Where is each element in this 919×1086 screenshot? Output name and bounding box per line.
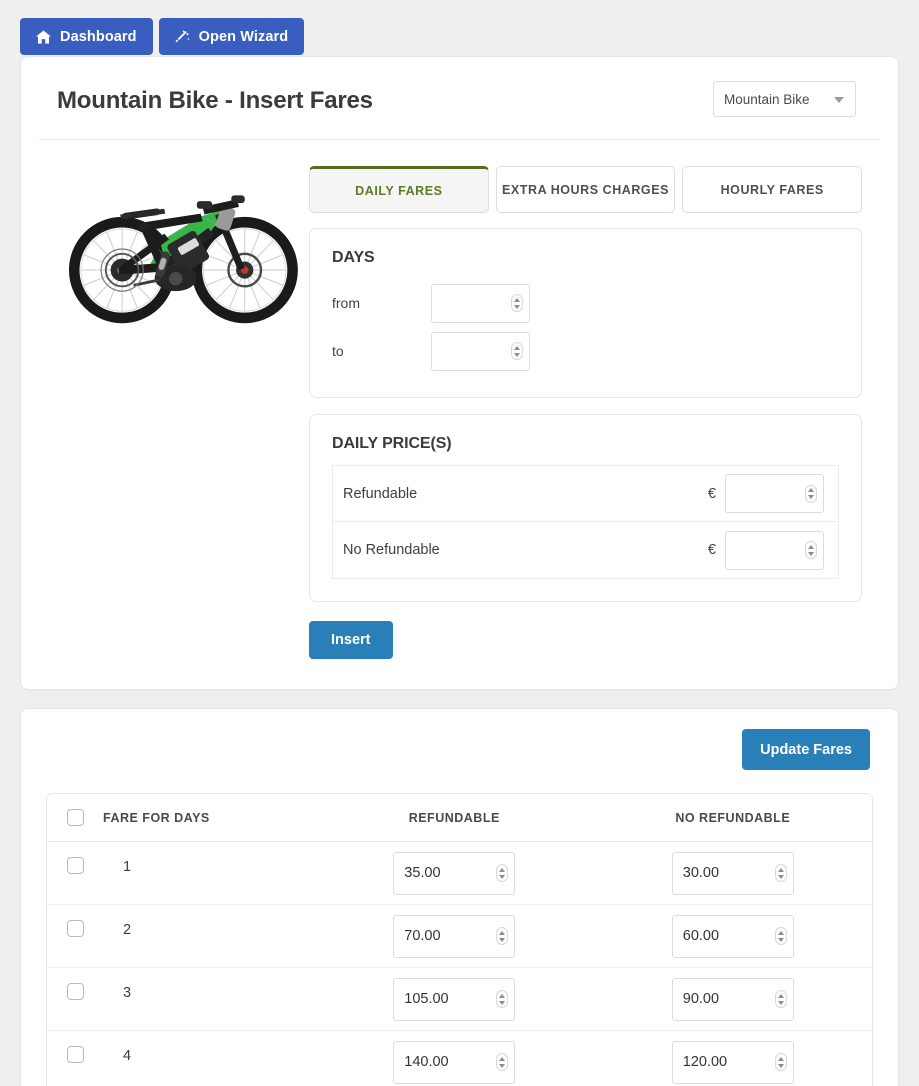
days-panel: DAYS from to bbox=[309, 228, 862, 398]
row-no-refundable-cell bbox=[594, 1031, 873, 1086]
row-no-refundable-stepper[interactable] bbox=[775, 864, 787, 882]
table-row: 1 bbox=[47, 842, 872, 905]
fares-table-wrapper: FARE FOR DAYS REFUNDABLE NO REFUNDABLE 1 bbox=[46, 793, 873, 1086]
open-wizard-button[interactable]: Open Wizard bbox=[159, 18, 305, 55]
row-refundable-cell bbox=[315, 1031, 594, 1086]
product-image-column bbox=[39, 166, 309, 659]
page-title: Mountain Bike - Insert Fares bbox=[57, 87, 373, 115]
update-fares-bar: Update Fares bbox=[39, 729, 880, 770]
days-from-stepper[interactable] bbox=[511, 294, 523, 312]
row-no-refundable-stepper[interactable] bbox=[775, 927, 787, 945]
column-header-refundable: REFUNDABLE bbox=[315, 794, 594, 842]
row-refundable-stepper[interactable] bbox=[496, 927, 508, 945]
update-fares-button[interactable]: Update Fares bbox=[742, 729, 870, 770]
price-row-no-refundable: No Refundable € bbox=[332, 522, 839, 579]
table-row: 3 bbox=[47, 968, 872, 1031]
no-refundable-label: No Refundable bbox=[343, 542, 708, 558]
row-no-refundable-cell bbox=[594, 842, 873, 905]
vehicle-select-value: Mountain Bike bbox=[724, 92, 810, 107]
row-select-cell bbox=[47, 968, 103, 1031]
row-checkbox[interactable] bbox=[67, 920, 84, 937]
row-checkbox[interactable] bbox=[67, 983, 84, 1000]
refundable-price-stepper[interactable] bbox=[805, 485, 817, 503]
days-to-row: to bbox=[332, 327, 839, 375]
row-refundable-field[interactable] bbox=[393, 978, 515, 1021]
vehicle-select-box[interactable]: Mountain Bike bbox=[713, 81, 856, 117]
row-refundable-cell bbox=[315, 905, 594, 968]
page-header: Mountain Bike - Insert Fares Mountain Bi… bbox=[39, 81, 880, 140]
row-refundable-stepper[interactable] bbox=[496, 990, 508, 1008]
euro-symbol-refundable: € bbox=[708, 486, 716, 502]
row-refundable-field[interactable] bbox=[393, 852, 515, 895]
top-navigation: Dashboard Open Wizard bbox=[0, 0, 919, 56]
row-no-refundable-cell bbox=[594, 968, 873, 1031]
days-to-stepper[interactable] bbox=[511, 342, 523, 360]
column-header-fare-for-days: FARE FOR DAYS bbox=[103, 794, 315, 842]
tab-extra-hours-charges-label: EXTRA HOURS CHARGES bbox=[502, 183, 669, 197]
tab-daily-fares-label: DAILY FARES bbox=[355, 184, 442, 198]
days-from-row: from bbox=[332, 279, 839, 327]
row-select-cell bbox=[47, 842, 103, 905]
days-to-field[interactable] bbox=[431, 332, 530, 371]
select-all-checkbox[interactable] bbox=[67, 809, 84, 826]
daily-prices-panel: DAILY PRICE(S) Refundable € No Refundabl… bbox=[309, 414, 862, 602]
tab-hourly-fares-label: HOURLY FARES bbox=[721, 183, 824, 197]
vehicle-select[interactable]: Mountain Bike bbox=[713, 81, 856, 117]
tab-hourly-fares[interactable]: HOURLY FARES bbox=[682, 166, 862, 213]
row-no-refundable-cell bbox=[594, 905, 873, 968]
row-refundable-cell bbox=[315, 968, 594, 1031]
fares-tabs: DAILY FARES EXTRA HOURS CHARGES HOURLY F… bbox=[309, 166, 862, 213]
days-from-label: from bbox=[332, 295, 431, 311]
refundable-label: Refundable bbox=[343, 486, 708, 502]
daily-prices-panel-title: DAILY PRICE(S) bbox=[332, 435, 839, 453]
row-no-refundable-stepper[interactable] bbox=[775, 990, 787, 1008]
tab-daily-fares[interactable]: DAILY FARES bbox=[309, 166, 489, 213]
table-row: 4 bbox=[47, 1031, 872, 1086]
home-icon bbox=[36, 30, 51, 44]
row-refundable-stepper[interactable] bbox=[496, 864, 508, 882]
fares-table: FARE FOR DAYS REFUNDABLE NO REFUNDABLE 1 bbox=[47, 794, 872, 1086]
row-no-refundable-field[interactable] bbox=[672, 852, 794, 895]
row-no-refundable-stepper[interactable] bbox=[775, 1053, 787, 1071]
mountain-bike-image bbox=[57, 166, 306, 332]
content-split: DAILY FARES EXTRA HOURS CHARGES HOURLY F… bbox=[39, 166, 880, 659]
row-checkbox[interactable] bbox=[67, 1046, 84, 1063]
row-select-cell bbox=[47, 1031, 103, 1086]
column-header-no-refundable: NO REFUNDABLE bbox=[594, 794, 873, 842]
select-all-header bbox=[47, 794, 103, 842]
row-days-cell: 3 bbox=[103, 968, 315, 1031]
row-refundable-field[interactable] bbox=[393, 1041, 515, 1084]
magic-wand-icon bbox=[175, 30, 190, 44]
dashboard-button[interactable]: Dashboard bbox=[20, 18, 153, 55]
row-no-refundable-field[interactable] bbox=[672, 915, 794, 958]
insert-fares-card: Mountain Bike - Insert Fares Mountain Bi… bbox=[20, 56, 899, 690]
no-refundable-price-field[interactable] bbox=[725, 531, 824, 570]
row-refundable-stepper[interactable] bbox=[496, 1053, 508, 1071]
insert-button[interactable]: Insert bbox=[309, 621, 393, 659]
table-row: 2 bbox=[47, 905, 872, 968]
row-select-cell bbox=[47, 905, 103, 968]
tab-extra-hours-charges[interactable]: EXTRA HOURS CHARGES bbox=[496, 166, 676, 213]
days-panel-title: DAYS bbox=[332, 249, 839, 267]
table-header-row: FARE FOR DAYS REFUNDABLE NO REFUNDABLE bbox=[47, 794, 872, 842]
refundable-price-field[interactable] bbox=[725, 474, 824, 513]
fares-form-column: DAILY FARES EXTRA HOURS CHARGES HOURLY F… bbox=[309, 166, 880, 659]
row-no-refundable-field[interactable] bbox=[672, 1041, 794, 1084]
days-to-label: to bbox=[332, 343, 431, 359]
row-days-cell: 4 bbox=[103, 1031, 315, 1086]
row-no-refundable-field[interactable] bbox=[672, 978, 794, 1021]
no-refundable-price-stepper[interactable] bbox=[805, 541, 817, 559]
row-days-cell: 1 bbox=[103, 842, 315, 905]
row-checkbox[interactable] bbox=[67, 857, 84, 874]
fares-table-card: Update Fares FARE FOR DAYS REFUNDABLE NO… bbox=[20, 708, 899, 1086]
dashboard-button-label: Dashboard bbox=[60, 29, 137, 45]
row-days-cell: 2 bbox=[103, 905, 315, 968]
open-wizard-button-label: Open Wizard bbox=[199, 29, 289, 45]
row-refundable-field[interactable] bbox=[393, 915, 515, 958]
price-row-refundable: Refundable € bbox=[332, 465, 839, 522]
row-refundable-cell bbox=[315, 842, 594, 905]
days-from-field[interactable] bbox=[431, 284, 530, 323]
euro-symbol-no-refundable: € bbox=[708, 542, 716, 558]
